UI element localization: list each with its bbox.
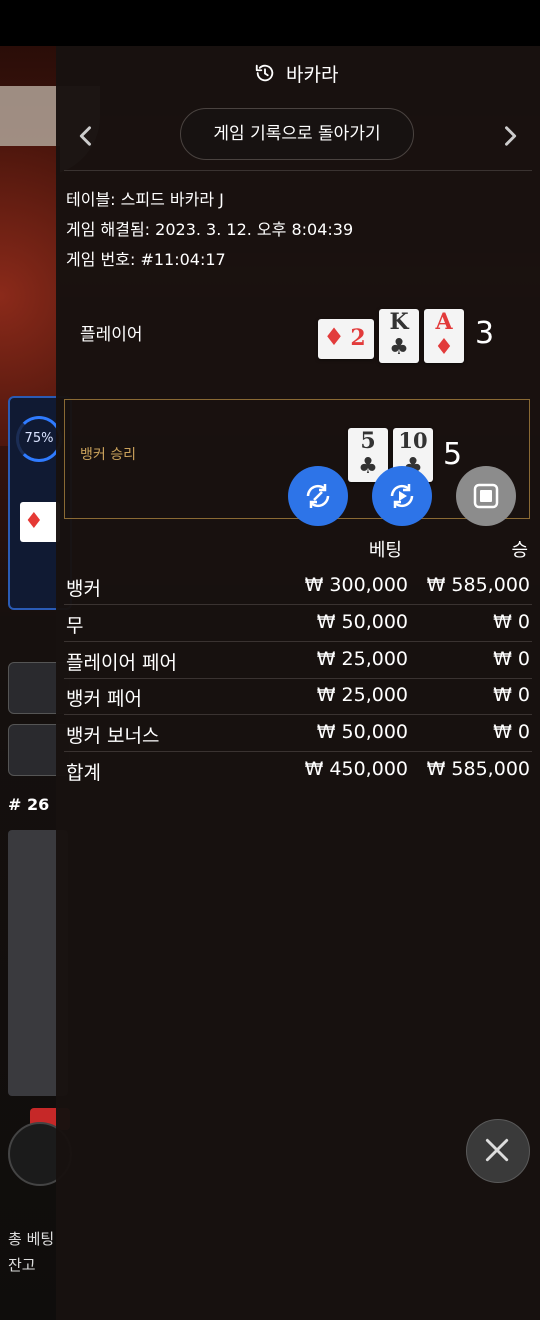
auto-play-button[interactable] bbox=[288, 466, 348, 526]
balance-label: 잔고 bbox=[8, 1256, 36, 1274]
table-row: 뱅커 보너스 ₩ 50,000 ₩ 0 bbox=[64, 715, 532, 752]
total-bet-label: 총 베팅 bbox=[8, 1230, 55, 1248]
table-row: 뱅커 ₩ 300,000 ₩ 585,000 bbox=[64, 568, 532, 605]
resolved-time: 게임 해결됨: 2023. 3. 12. 오후 8:04:39 bbox=[66, 220, 354, 239]
close-button[interactable] bbox=[466, 1119, 530, 1183]
background-card: ♦ bbox=[20, 502, 60, 542]
close-icon bbox=[485, 1138, 509, 1162]
table-row: 무 ₩ 50,000 ₩ 0 bbox=[64, 605, 532, 642]
auto-play-icon bbox=[306, 484, 330, 508]
banker-win-label: 뱅커 승리 bbox=[80, 447, 136, 463]
replay-button[interactable] bbox=[372, 466, 432, 526]
game-history-panel: 바카라 게임 기록으로 돌아가기 테이블: 스피드 바카라 J 게임 해결됨: … bbox=[56, 46, 540, 1320]
player-card: K ♣ bbox=[379, 309, 419, 363]
panel-header: 바카라 bbox=[56, 46, 540, 102]
table-row: 뱅커 페어 ₩ 25,000 ₩ 0 bbox=[64, 678, 532, 715]
win-column-header: 승 bbox=[511, 540, 528, 561]
player-score: 3 bbox=[475, 316, 495, 351]
total-row: 합계 ₩ 450,000 ₩ 585,000 bbox=[66, 758, 530, 784]
round-number: # 26 bbox=[8, 795, 50, 814]
table-row: 플레이어 페어 ₩ 25,000 ₩ 0 bbox=[64, 642, 532, 679]
status-bar bbox=[0, 0, 540, 46]
player-card: A ♦ bbox=[424, 309, 464, 363]
table-info: 테이블: 스피드 바카라 J bbox=[66, 190, 224, 209]
divider bbox=[64, 170, 532, 171]
player-card: ♦ 2 bbox=[318, 319, 374, 359]
history-icon bbox=[255, 64, 274, 82]
panel-title: 바카라 bbox=[286, 64, 339, 86]
replay-icon bbox=[390, 484, 414, 508]
stop-icon bbox=[473, 483, 499, 509]
back-to-history-button[interactable]: 게임 기록으로 돌아가기 bbox=[180, 108, 414, 160]
chevron-left-icon[interactable] bbox=[72, 122, 100, 150]
player-label: 플레이어 bbox=[80, 325, 143, 345]
game-number: 게임 번호: #11:04:17 bbox=[66, 250, 226, 269]
chevron-right-icon[interactable] bbox=[496, 122, 524, 150]
bet-column-header: 베팅 bbox=[368, 540, 402, 561]
stop-button[interactable] bbox=[456, 466, 516, 526]
